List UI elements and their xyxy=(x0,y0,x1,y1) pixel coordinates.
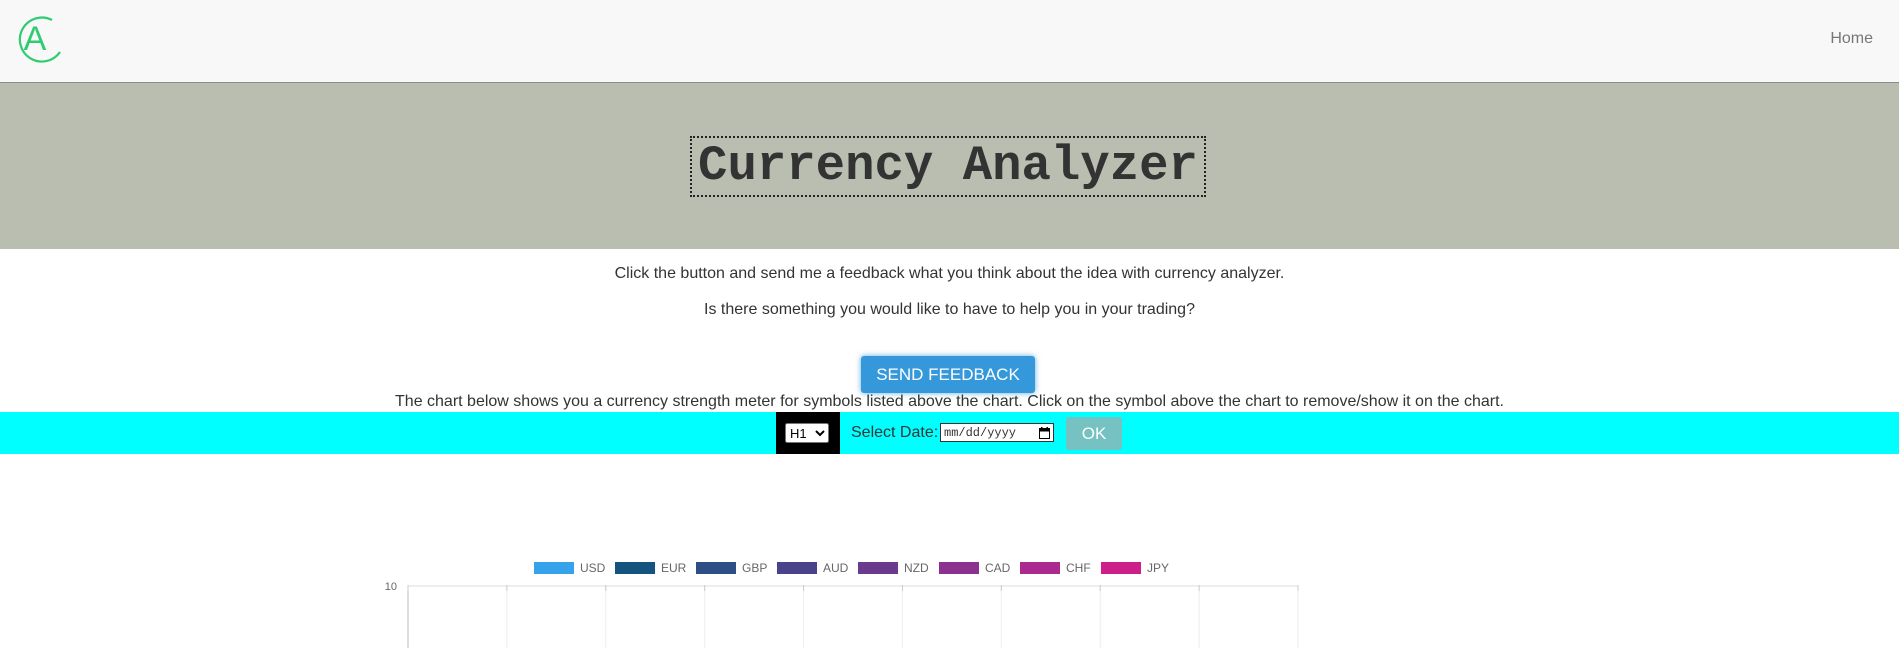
nav-home-link[interactable]: Home xyxy=(1830,30,1873,48)
legend-label: GBP xyxy=(742,561,768,575)
date-label: Select Date: xyxy=(851,424,939,441)
date-placeholder: mm/dd/yyyy xyxy=(944,426,1017,440)
intro-text-feedback: Click the button and send me a feedback … xyxy=(614,265,1285,282)
calendar-icon[interactable] xyxy=(1039,427,1050,439)
chart-description: The chart below shows you a currency str… xyxy=(395,393,1504,410)
controls-bar: H1 Select Date: mm/dd/yyyy OK xyxy=(0,412,1899,454)
navbar: A Home xyxy=(0,0,1899,83)
legend-label: CHF xyxy=(1066,561,1091,575)
legend-swatch xyxy=(534,562,574,574)
timeframe-select[interactable]: H1 xyxy=(785,423,829,443)
date-input[interactable]: mm/dd/yyyy xyxy=(940,423,1054,442)
send-feedback-button[interactable]: SEND FEEDBACK xyxy=(861,356,1035,393)
legend-label: CAD xyxy=(985,561,1011,575)
y-tick-label: 10 xyxy=(385,581,397,593)
logo-letter: A xyxy=(24,20,47,58)
legend-swatch xyxy=(1020,562,1060,574)
legend-label: NZD xyxy=(904,561,929,575)
page-title: Currency Analyzer xyxy=(690,136,1206,197)
ok-button[interactable]: OK xyxy=(1066,417,1122,450)
legend-label: USD xyxy=(580,561,606,575)
legend-swatch xyxy=(858,562,898,574)
legend-label: AUD xyxy=(823,561,849,575)
hero-banner: Currency Analyzer xyxy=(0,83,1899,249)
legend-swatch xyxy=(939,562,979,574)
currency-strength-chart: 10 xyxy=(385,581,1299,648)
intro-text-question: Is there something you would like to hav… xyxy=(704,301,1195,318)
legend-swatch xyxy=(696,562,736,574)
timeframe-container: H1 xyxy=(776,412,840,454)
legend-swatch xyxy=(1101,562,1141,574)
logo-icon[interactable]: A xyxy=(12,12,64,64)
legend-label: EUR xyxy=(661,561,687,575)
legend-swatch xyxy=(777,562,817,574)
legend-label: JPY xyxy=(1147,561,1170,575)
legend-swatch xyxy=(615,562,655,574)
